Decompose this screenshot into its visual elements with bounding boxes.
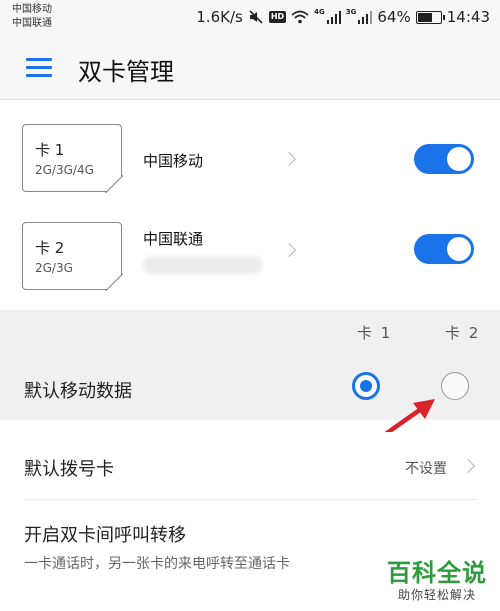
watermark-title: 百科全说: [387, 559, 487, 587]
chevron-right-icon: [460, 458, 476, 474]
sim-card-networks: 2G/3G/4G: [35, 163, 94, 177]
default-dial-label: 默认拨号卡: [24, 459, 114, 480]
toggle-knob: [447, 237, 471, 261]
default-data-radio-card-2[interactable]: [441, 372, 469, 400]
battery-fill: [417, 12, 432, 22]
signal-icon: [326, 11, 341, 24]
page-title: 双卡管理: [78, 58, 174, 86]
hd-badge: HD: [268, 11, 287, 23]
sim-row-2: 卡 2 2G/3G 中国联通: [0, 210, 500, 302]
sim-card-networks: 2G/3G: [35, 261, 73, 275]
sim-1-toggle[interactable]: [414, 144, 474, 174]
column-header-card-1: 卡 1: [357, 324, 393, 342]
sim-row-1: 卡 1 2G/3G/4G 中国移动: [0, 112, 500, 204]
network-speed: 1.6K/s: [196, 8, 243, 26]
default-dial-value: 不设置: [405, 461, 447, 477]
battery-icon: [415, 10, 445, 24]
divider: [24, 499, 476, 500]
sim2-network-tag: 3G: [345, 8, 357, 16]
default-data-label: 默认移动数据: [24, 381, 132, 402]
sim-card-name: 卡 1: [35, 141, 65, 159]
carrier-2-label: 中国联通: [12, 18, 52, 29]
app-bar: 双卡管理: [0, 36, 500, 100]
toggle-knob: [447, 147, 471, 171]
sim-card-icon: 卡 1 2G/3G/4G: [22, 124, 123, 193]
clock: 14:43: [446, 8, 490, 26]
mute-icon: [249, 10, 263, 24]
sim-carrier-name: 中国联通: [143, 230, 204, 248]
status-bar: 中国移动 中国联通 1.6K/s HD 4G 3G 64% 14:43: [0, 0, 500, 36]
sim-2-toggle[interactable]: [414, 234, 474, 264]
sim-carrier-name: 中国移动: [143, 152, 204, 170]
default-dial-card-row[interactable]: 默认拨号卡 不设置: [0, 432, 500, 500]
sim1-network-tag: 4G: [314, 8, 325, 16]
carrier-labels: 中国移动 中国联通: [12, 3, 52, 31]
signal-icon: [358, 11, 373, 24]
watermark-subtitle: 助你轻松解决: [397, 588, 476, 602]
chevron-right-icon[interactable]: [281, 242, 297, 258]
column-header-card-2: 卡 2: [445, 324, 481, 342]
call-forwarding-description: 一卡通话时，另一张卡的来电呼转至通话卡: [24, 556, 290, 572]
menu-icon[interactable]: [26, 56, 52, 78]
phone-number-redacted: [143, 256, 263, 274]
sim-card-icon: 卡 2 2G/3G: [22, 222, 123, 291]
carrier-1-label: 中国移动: [12, 4, 52, 15]
call-forwarding-title[interactable]: 开启双卡间呼叫转移: [24, 521, 186, 547]
battery-percent: 64%: [377, 8, 411, 26]
chevron-right-icon[interactable]: [281, 151, 297, 167]
sim-card-name: 卡 2: [35, 239, 65, 257]
status-icons: 1.6K/s HD 4G 3G 64% 14:43: [196, 7, 490, 27]
watermark-logo: 百科全说 助你轻松解决: [378, 553, 496, 609]
wifi-icon: [291, 10, 309, 24]
